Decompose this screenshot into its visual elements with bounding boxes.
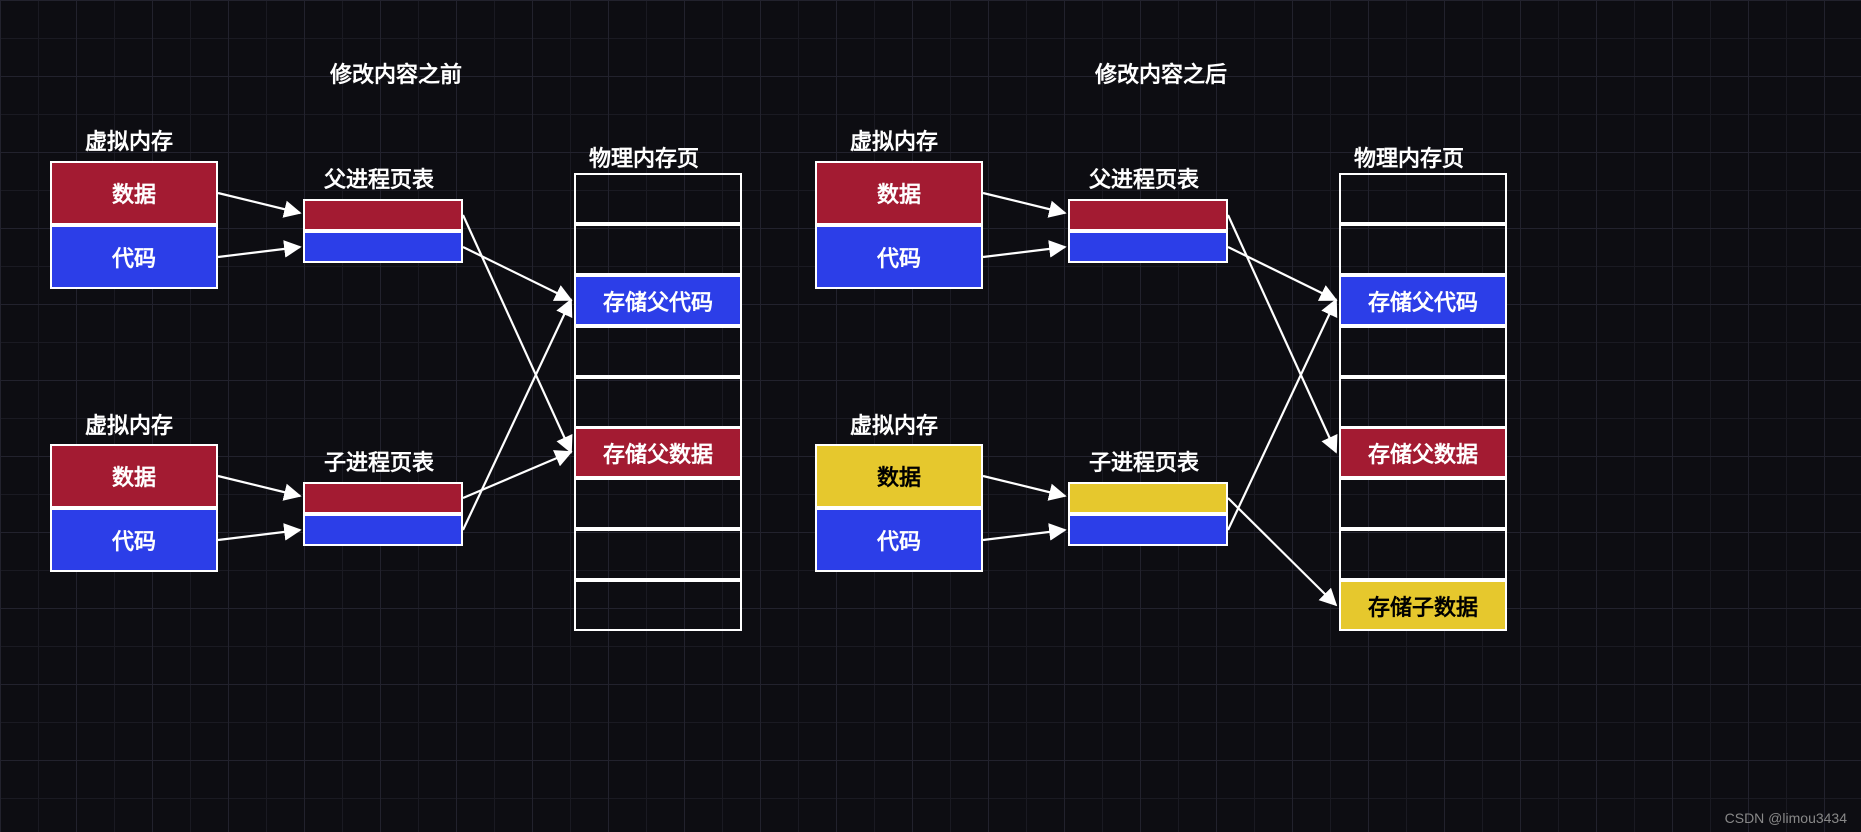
watermark: CSDN @limou3434 <box>1725 810 1847 826</box>
arrows-layer <box>0 0 1861 832</box>
